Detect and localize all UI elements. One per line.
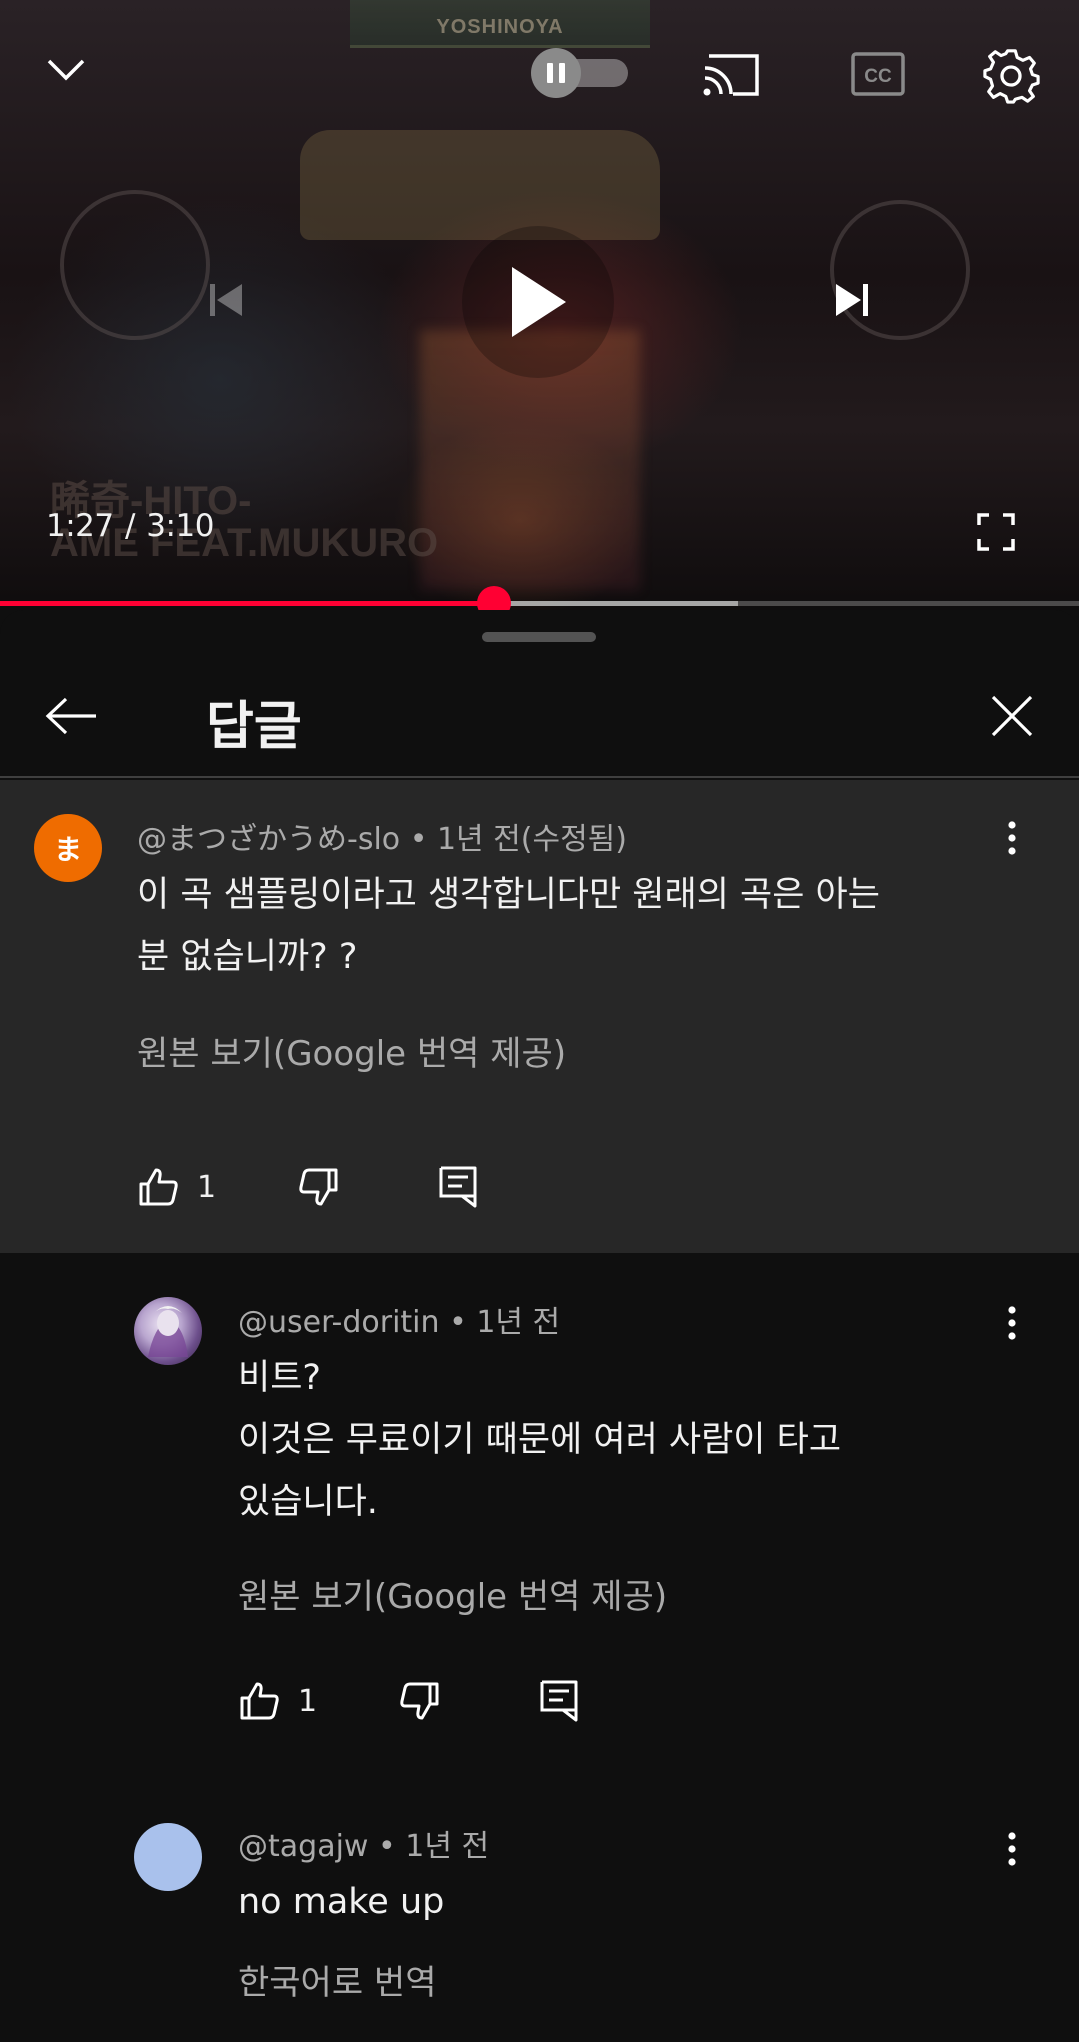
see-original-link[interactable]: 원본 보기(Google 번역 제공)	[238, 1569, 667, 1618]
back-button[interactable]	[36, 684, 106, 748]
comment-time: 1년 전(수정됨)	[436, 822, 627, 857]
more-vert-icon	[1008, 1306, 1016, 1340]
meta-dot: •	[449, 1305, 467, 1340]
comment-time: 1년 전	[405, 1829, 490, 1864]
comment-author[interactable]: @まつざかうめ-slo	[137, 822, 400, 857]
reply-comment: @tagajw • 1년 전 no make up 한국어로 번역	[0, 1783, 1079, 2042]
captions-label: CC	[864, 66, 892, 87]
comment-body-line: no make up	[238, 1882, 445, 1922]
close-icon	[991, 695, 1033, 737]
video-player[interactable]: YOSHINOYA 晞奇-HITO- AME FEAT.MUKURO CC 1:…	[0, 0, 1079, 610]
close-button[interactable]	[982, 686, 1042, 746]
play-button[interactable]	[462, 226, 614, 378]
meta-dot: •	[409, 822, 428, 857]
comment-author[interactable]: @user-doritin	[238, 1305, 440, 1340]
comment-more-button[interactable]	[992, 1819, 1032, 1879]
comment-body-line: 이 곡 샘플링이라고 생각합니다만 원래의 곡은 아는	[137, 875, 880, 915]
fullscreen-button[interactable]	[972, 508, 1020, 556]
avatar[interactable]	[134, 1297, 202, 1365]
comment-author[interactable]: @tagajw	[238, 1829, 368, 1864]
comment-body-line: 이것은 무료이기 때문에 여러 사람이 타고	[238, 1420, 842, 1460]
comment-body: 비트? 이것은 무료이기 때문에 여러 사람이 타고 있습니다.	[238, 1347, 1018, 1533]
chevron-down-icon	[47, 59, 85, 81]
settings-gear-icon	[983, 49, 1040, 104]
previous-icon	[210, 284, 242, 316]
seek-bar[interactable]	[0, 586, 1079, 610]
parent-comment: ま @まつざかうめ-slo • 1년 전(수정됨) 이 곡 샘플링이라고 생각합…	[0, 780, 1079, 1253]
reply-button[interactable]	[438, 1165, 478, 1209]
fullscreen-icon	[977, 513, 1015, 551]
comment-more-button[interactable]	[992, 1293, 1032, 1353]
thumbs-up-icon	[240, 1682, 279, 1720]
more-vert-icon	[1008, 1832, 1016, 1866]
panel-drag-handle[interactable]	[482, 632, 596, 642]
avatar[interactable]: ま	[34, 814, 102, 882]
reply-button[interactable]	[539, 1679, 579, 1723]
like-count: 1	[298, 1683, 318, 1719]
comment-body-line: 있습니다.	[238, 1482, 378, 1522]
playback-time: 1:27 / 3:10	[46, 508, 214, 544]
thumbs-down-icon	[400, 1682, 439, 1720]
see-original-link[interactable]: 원본 보기(Google 번역 제공)	[137, 1026, 566, 1075]
video-frame-sign: YOSHINOYA	[350, 0, 650, 48]
next-icon	[836, 284, 868, 316]
reply-comment: @user-doritin • 1년 전 비트? 이것은 무료이기 때문에 여러…	[0, 1253, 1079, 1783]
previous-button[interactable]	[196, 270, 256, 330]
captions-button[interactable]: CC	[846, 46, 910, 102]
panel-title: 답글	[206, 697, 302, 757]
meta-dot: •	[378, 1829, 396, 1864]
autoplay-toggle[interactable]	[528, 48, 630, 98]
arrow-left-icon	[45, 697, 96, 735]
settings-button[interactable]	[980, 44, 1044, 108]
comment-actions: 1	[137, 1165, 478, 1209]
next-button[interactable]	[822, 270, 882, 330]
dislike-button[interactable]	[399, 1680, 441, 1722]
video-frame-taxi	[300, 130, 660, 240]
avatar-letter: ま	[53, 833, 82, 866]
comment-body: 이 곡 샘플링이라고 생각합니다만 원래의 곡은 아는 분 없습니까? ?	[137, 864, 1017, 988]
comment-time: 1년 전	[476, 1305, 561, 1340]
thumbs-up-icon	[139, 1168, 178, 1206]
time-separator: /	[124, 508, 135, 544]
thumbs-down-icon	[299, 1168, 338, 1206]
replies-panel: 답글 ま @まつざかうめ-slo • 1년 전(수정됨) 이 곡 샘플링이라고 …	[0, 610, 1079, 2042]
avatar-image	[148, 1306, 188, 1357]
reply-comment-icon	[540, 1680, 578, 1722]
captions-icon: CC	[851, 52, 905, 96]
panel-header: 답글	[0, 654, 1079, 778]
minimize-button[interactable]	[36, 40, 96, 100]
seek-bar-played	[0, 601, 495, 606]
like-button[interactable]: 1	[137, 1166, 216, 1208]
like-count: 1	[197, 1169, 217, 1205]
more-vert-icon	[1008, 821, 1016, 855]
current-time: 1:27	[46, 508, 114, 544]
cast-icon	[703, 54, 759, 96]
translate-link[interactable]: 한국어로 번역	[238, 1955, 437, 2004]
cast-button[interactable]	[696, 44, 766, 104]
comment-meta: @user-doritin • 1년 전	[238, 1297, 560, 1341]
dislike-button[interactable]	[298, 1166, 340, 1208]
like-button[interactable]: 1	[238, 1680, 317, 1722]
pause-toggle-icon	[531, 48, 628, 98]
video-frame-bicycle-wheel	[60, 190, 210, 340]
comment-body: no make up	[238, 1871, 1018, 1933]
play-icon	[512, 267, 566, 337]
sign-text: YOSHINOYA	[436, 16, 564, 38]
comment-more-button[interactable]	[992, 808, 1032, 868]
avatar[interactable]	[134, 1823, 202, 1891]
comment-meta: @tagajw • 1년 전	[238, 1821, 489, 1865]
comment-body-line: 비트?	[238, 1358, 321, 1398]
reply-comment-icon	[439, 1166, 477, 1208]
comment-meta: @まつざかうめ-slo • 1년 전(수정됨)	[137, 814, 627, 858]
duration: 3:10	[146, 508, 214, 544]
comment-body-line: 분 없습니까? ?	[137, 937, 358, 977]
comment-actions: 1	[238, 1679, 579, 1723]
